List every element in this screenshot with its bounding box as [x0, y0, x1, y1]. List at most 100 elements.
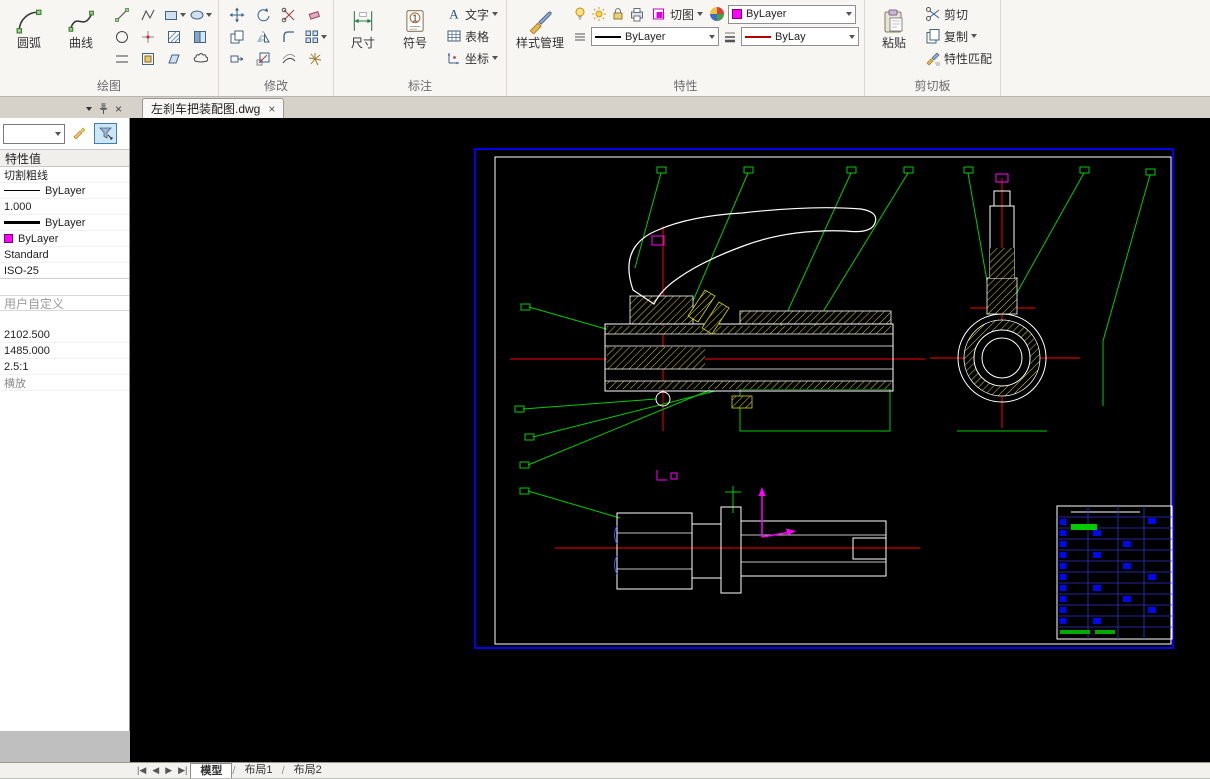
multiline-button[interactable] — [109, 48, 135, 70]
tab-model[interactable]: 模型 — [190, 763, 233, 778]
hatch-button[interactable] — [161, 26, 187, 48]
document-tab-close-icon[interactable]: × — [268, 103, 275, 115]
rotate-button[interactable] — [250, 4, 276, 26]
trim-button[interactable] — [276, 4, 302, 26]
object-type-dropdown[interactable] — [3, 123, 65, 144]
explode-button[interactable] — [302, 48, 328, 70]
dimension-button[interactable]: 尺寸 — [339, 4, 387, 70]
lineweight-list-button[interactable] — [722, 29, 738, 45]
circle-button[interactable] — [109, 26, 135, 48]
palette-titlebar: × — [0, 102, 130, 118]
property-row-lineweight[interactable]: ByLayer — [0, 215, 129, 231]
ellipse-button[interactable] — [187, 4, 213, 26]
property-row-width[interactable]: 2102.500 — [0, 327, 129, 343]
dropdown-arrow-icon[interactable] — [179, 13, 186, 17]
property-row-dim-style[interactable]: ISO-25 — [0, 263, 129, 279]
cut-button[interactable]: 剪切 — [922, 4, 995, 24]
property-row-text-style[interactable]: Standard — [0, 247, 129, 263]
tab-layout2[interactable]: 布局2 — [285, 763, 331, 778]
lineweight-dropdown[interactable]: ByLay — [741, 27, 860, 46]
layer-plot-button[interactable] — [629, 6, 645, 22]
pin-icon[interactable] — [98, 102, 109, 115]
match-properties-button[interactable]: 特性匹配 — [922, 48, 995, 68]
dropdown-arrow-icon — [846, 12, 853, 16]
symbol-button[interactable]: 1 符号 — [391, 4, 439, 70]
dropdown-arrow-icon[interactable] — [492, 12, 499, 16]
ribbon-group-clipboard: 粘贴 剪切 复制 特性匹配 剪切板 — [865, 0, 1002, 96]
stretch-icon — [230, 55, 244, 63]
palette-section-properties: 特性值 — [0, 149, 129, 167]
stretch-button[interactable] — [224, 48, 250, 70]
drawing-canvas[interactable] — [130, 118, 1210, 762]
property-row-linetype-scale[interactable]: 1.000 — [0, 199, 129, 215]
block-button[interactable] — [135, 48, 161, 70]
draw-tool-grid — [109, 4, 213, 70]
previous-layout-button[interactable]: ◀ — [149, 765, 162, 776]
style-manager-button[interactable]: 样式管理 — [512, 4, 568, 70]
property-row-linetype[interactable]: ByLayer — [0, 183, 129, 199]
layer-thaw-button[interactable] — [591, 6, 607, 22]
properties-controls: 切图 ByLayer ByLayer ByLay — [572, 4, 860, 46]
mirror-button[interactable] — [250, 26, 276, 48]
lineweight-preview — [745, 35, 772, 38]
last-layout-button[interactable]: ▶| — [175, 765, 190, 776]
property-row-object-type[interactable]: 切割粗线 — [0, 167, 129, 183]
property-row-orientation[interactable]: 横放 — [0, 375, 129, 391]
color-wheel-button[interactable] — [709, 6, 725, 22]
color-dropdown[interactable]: ByLayer — [728, 4, 857, 24]
scale-button[interactable] — [250, 48, 276, 70]
color-swatch — [732, 9, 743, 19]
spline-button[interactable]: 曲线 — [57, 4, 105, 70]
move-button[interactable] — [224, 4, 250, 26]
polyline-icon — [141, 9, 155, 21]
first-layout-button[interactable]: |◀ — [134, 765, 149, 776]
circle-icon — [116, 31, 128, 43]
arc-button[interactable]: 圆弧 — [5, 4, 53, 70]
fillet-button[interactable] — [276, 26, 302, 48]
point-button[interactable] — [135, 26, 161, 48]
property-value: 切割粗线 — [4, 169, 48, 182]
revcloud-button[interactable] — [187, 48, 213, 70]
select-objects-button[interactable] — [94, 123, 117, 144]
polyline-button[interactable] — [135, 4, 161, 26]
cad-drawing[interactable] — [130, 118, 1210, 762]
palette-close-icon[interactable]: × — [115, 103, 122, 115]
layer-lock-button[interactable] — [610, 6, 626, 22]
offset-button[interactable] — [276, 48, 302, 70]
property-value: 2.5:1 — [4, 360, 29, 373]
copy-button[interactable]: 复制 — [922, 26, 995, 46]
layer-on-button[interactable] — [572, 6, 588, 22]
linetype-dropdown[interactable]: ByLayer — [591, 27, 720, 46]
paste-button[interactable]: 粘贴 — [870, 4, 918, 70]
tab-layout1[interactable]: 布局1 — [235, 763, 281, 778]
dropdown-arrow-icon[interactable] — [697, 12, 704, 16]
clip-button[interactable]: 切图 — [648, 4, 706, 24]
quick-select-button[interactable] — [68, 123, 91, 144]
erase-button[interactable] — [302, 4, 328, 26]
property-row-scale[interactable]: 2.5:1 — [0, 359, 129, 375]
move-icon — [229, 7, 245, 23]
property-value: 1485.000 — [4, 344, 50, 357]
document-tab[interactable]: 左刹车把装配图.dwg × — [142, 98, 285, 118]
array-button[interactable] — [302, 26, 328, 48]
linetype-list-button[interactable] — [572, 29, 588, 45]
revcloud-icon — [193, 53, 208, 63]
palette-menu-icon[interactable] — [85, 106, 92, 111]
coordinate-button[interactable]: 坐标 — [443, 48, 501, 68]
region-button[interactable] — [161, 48, 187, 70]
copy-object-button[interactable] — [224, 26, 250, 48]
table-button[interactable]: 表格 — [443, 26, 501, 46]
rectangle-button[interactable] — [161, 4, 187, 26]
dropdown-arrow-icon[interactable] — [320, 35, 327, 39]
property-row-height[interactable]: 1485.000 — [0, 343, 129, 359]
next-layout-button[interactable]: ▶ — [162, 765, 175, 776]
dropdown-arrow-icon[interactable] — [971, 34, 978, 38]
offset-icon — [282, 53, 296, 64]
property-row-color[interactable]: ByLayer — [0, 231, 129, 247]
dropdown-arrow-icon[interactable] — [492, 56, 499, 60]
gradient-button[interactable] — [187, 26, 213, 48]
hatch-icon — [168, 31, 180, 43]
text-button[interactable]: A 文字 — [443, 4, 501, 24]
dropdown-arrow-icon[interactable] — [205, 13, 212, 17]
line-button[interactable] — [109, 4, 135, 26]
